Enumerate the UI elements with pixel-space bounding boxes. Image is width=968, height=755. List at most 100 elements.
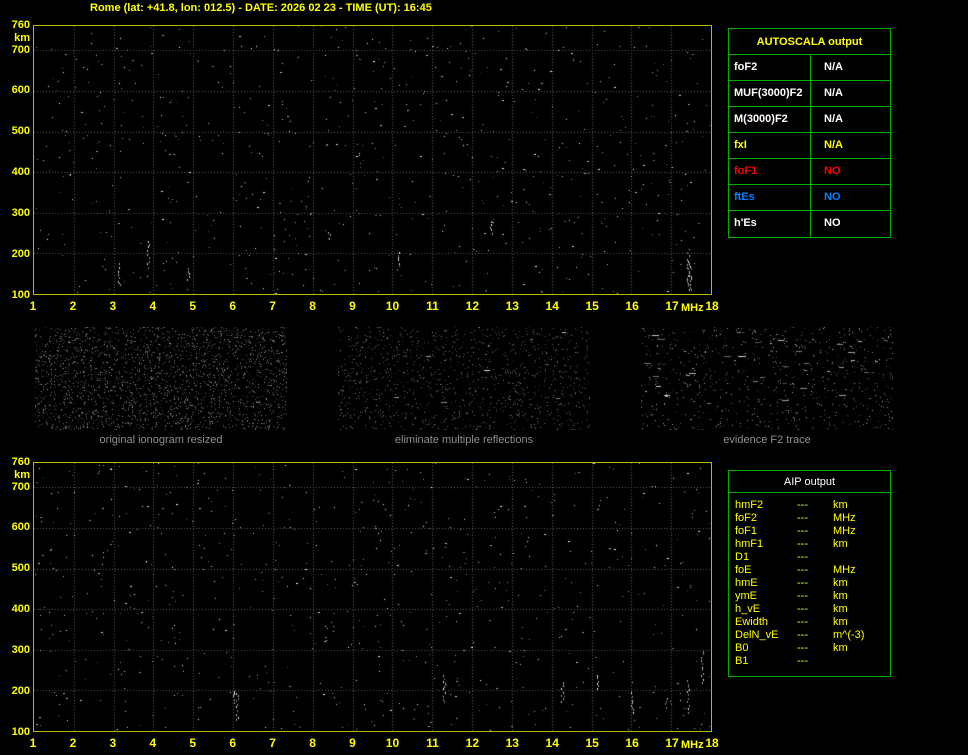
table-row: foF1 --- MHz bbox=[735, 525, 890, 538]
param-value: --- bbox=[797, 538, 808, 550]
y-axis-tick-label: 760 bbox=[11, 19, 30, 31]
y-axis-tick-label: 700 bbox=[11, 43, 30, 56]
param-value: --- bbox=[797, 577, 808, 589]
y-axis-tick-label: 200 bbox=[11, 248, 30, 261]
param-unit: m^(-3) bbox=[833, 629, 865, 641]
x-axis-tick-label: 16 bbox=[625, 299, 639, 313]
param-label: foF2 bbox=[729, 55, 811, 80]
y-axis-tick-label: 700 bbox=[11, 480, 30, 493]
x-axis-tick-label: 9 bbox=[349, 299, 356, 313]
param-unit: km bbox=[833, 616, 848, 628]
param-label: foF1 bbox=[735, 525, 758, 537]
autoscala-table-title: AUTOSCALA output bbox=[729, 29, 890, 55]
param-unit: MHz bbox=[833, 564, 856, 576]
x-axis-tick-label: 7 bbox=[269, 736, 276, 750]
x-axis-tick-label: 15 bbox=[585, 736, 599, 750]
y-axis-tick-label: 760 bbox=[11, 456, 30, 468]
table-row: ftEs NO bbox=[729, 185, 890, 211]
panel-caption: evidence F2 trace bbox=[723, 434, 811, 446]
param-unit: MHz bbox=[833, 525, 856, 537]
y-axis-tick-label: 400 bbox=[11, 166, 30, 179]
table-row: fxI N/A bbox=[729, 133, 890, 159]
panel-caption: original ionogram resized bbox=[99, 434, 223, 446]
x-axis-tick-label: 2 bbox=[69, 736, 77, 750]
param-label: D1 bbox=[735, 551, 750, 563]
f2-trace-canvas bbox=[641, 327, 893, 430]
param-label: h'Es bbox=[729, 211, 811, 237]
original-ionogram-panel bbox=[35, 327, 287, 430]
param-label: foF1 bbox=[729, 159, 811, 184]
multiple-reflections-panel bbox=[338, 327, 590, 430]
y-axis-unit-label: km bbox=[14, 32, 30, 44]
table-row: B1 --- bbox=[735, 655, 890, 668]
param-label: M(3000)F2 bbox=[729, 107, 811, 132]
param-unit: MHz bbox=[833, 512, 856, 524]
aip-table-body: hmF2 --- km foF2 --- MHz foF1 --- MHz hm… bbox=[729, 493, 890, 668]
param-label: foF2 bbox=[735, 512, 758, 524]
param-value: NO bbox=[824, 191, 841, 203]
table-row: foF2 N/A bbox=[729, 55, 890, 81]
x-axis-tick-label: 14 bbox=[545, 736, 559, 750]
table-row: foF2 --- MHz bbox=[735, 512, 890, 525]
param-unit: km bbox=[833, 577, 848, 589]
param-value: --- bbox=[797, 590, 808, 602]
top-ionogram-canvas bbox=[34, 26, 711, 294]
param-value: --- bbox=[797, 525, 808, 537]
table-row: B0 --- km bbox=[735, 642, 890, 655]
table-row: DelN_vE --- m^(-3) bbox=[735, 629, 890, 642]
station-header-title: Rome (lat: +41.8, lon: 012.5) - DATE: 20… bbox=[90, 2, 432, 14]
y-axis-tick-label: 300 bbox=[11, 644, 30, 657]
x-axis-tick-label: 10 bbox=[385, 299, 400, 313]
y-axis-tick-label: 400 bbox=[11, 603, 30, 616]
param-unit: km bbox=[833, 499, 848, 511]
param-value: N/A bbox=[824, 113, 843, 125]
param-unit: km bbox=[833, 603, 848, 615]
bottom-ionogram-plot bbox=[33, 462, 712, 732]
bottom-ionogram-canvas bbox=[34, 463, 711, 731]
y-axis-tick-label: 300 bbox=[11, 207, 30, 220]
x-axis-tick-label: 4 bbox=[149, 736, 157, 750]
param-value: --- bbox=[797, 551, 808, 563]
x-axis-tick-label: 5 bbox=[189, 299, 197, 313]
table-row: h_vE --- km bbox=[735, 603, 890, 616]
param-label: h_vE bbox=[735, 603, 761, 615]
param-label: Ewidth bbox=[735, 616, 769, 628]
aip-output-table: AIP output hmF2 --- km foF2 --- MHz foF1… bbox=[728, 470, 891, 677]
y-axis-tick-label: 500 bbox=[11, 562, 30, 575]
param-label: ymE bbox=[735, 590, 757, 602]
param-value: --- bbox=[797, 499, 808, 511]
autoscala-screen: Rome (lat: +41.8, lon: 012.5) - DATE: 20… bbox=[0, 0, 968, 755]
param-value: NO bbox=[824, 217, 841, 229]
param-unit: km bbox=[833, 538, 848, 550]
table-row: hmF1 --- km bbox=[735, 538, 890, 551]
x-axis-unit-label: MHz bbox=[681, 739, 704, 751]
autoscala-output-table: AUTOSCALA output foF2 N/A MUF(3000)F2 N/… bbox=[728, 28, 891, 238]
param-label: hmE bbox=[735, 577, 758, 589]
table-row: h'Es NO bbox=[729, 211, 890, 237]
x-axis-tick-label: 3 bbox=[109, 736, 117, 750]
param-unit: km bbox=[833, 590, 848, 602]
x-axis-tick-label: 1 bbox=[29, 299, 37, 313]
param-label: hmF2 bbox=[735, 499, 764, 511]
x-axis-tick-label: 12 bbox=[465, 299, 480, 313]
x-axis-tick-label: 5 bbox=[189, 736, 197, 750]
param-value: --- bbox=[797, 642, 808, 654]
aip-table-title: AIP output bbox=[729, 471, 890, 493]
x-axis-tick-label: 7 bbox=[269, 299, 276, 313]
x-axis-tick-label: 3 bbox=[109, 299, 117, 313]
table-row: M(3000)F2 N/A bbox=[729, 107, 890, 133]
param-value: --- bbox=[797, 564, 808, 576]
x-axis-tick-label: 11 bbox=[426, 736, 439, 750]
x-axis-tick-label: 6 bbox=[229, 736, 237, 750]
f2-trace-panel bbox=[641, 327, 893, 430]
param-value: --- bbox=[797, 512, 808, 524]
x-axis-tick-label: 8 bbox=[309, 736, 316, 750]
table-row: hmE --- km bbox=[735, 577, 890, 590]
param-label: fxI bbox=[729, 133, 811, 158]
param-label: hmF1 bbox=[735, 538, 764, 550]
table-row: D1 --- bbox=[735, 551, 890, 564]
param-label: foE bbox=[735, 564, 752, 576]
x-axis-tick-label: 13 bbox=[505, 736, 519, 750]
table-row: Ewidth --- km bbox=[735, 616, 890, 629]
x-axis-tick-label: 2 bbox=[69, 299, 77, 313]
